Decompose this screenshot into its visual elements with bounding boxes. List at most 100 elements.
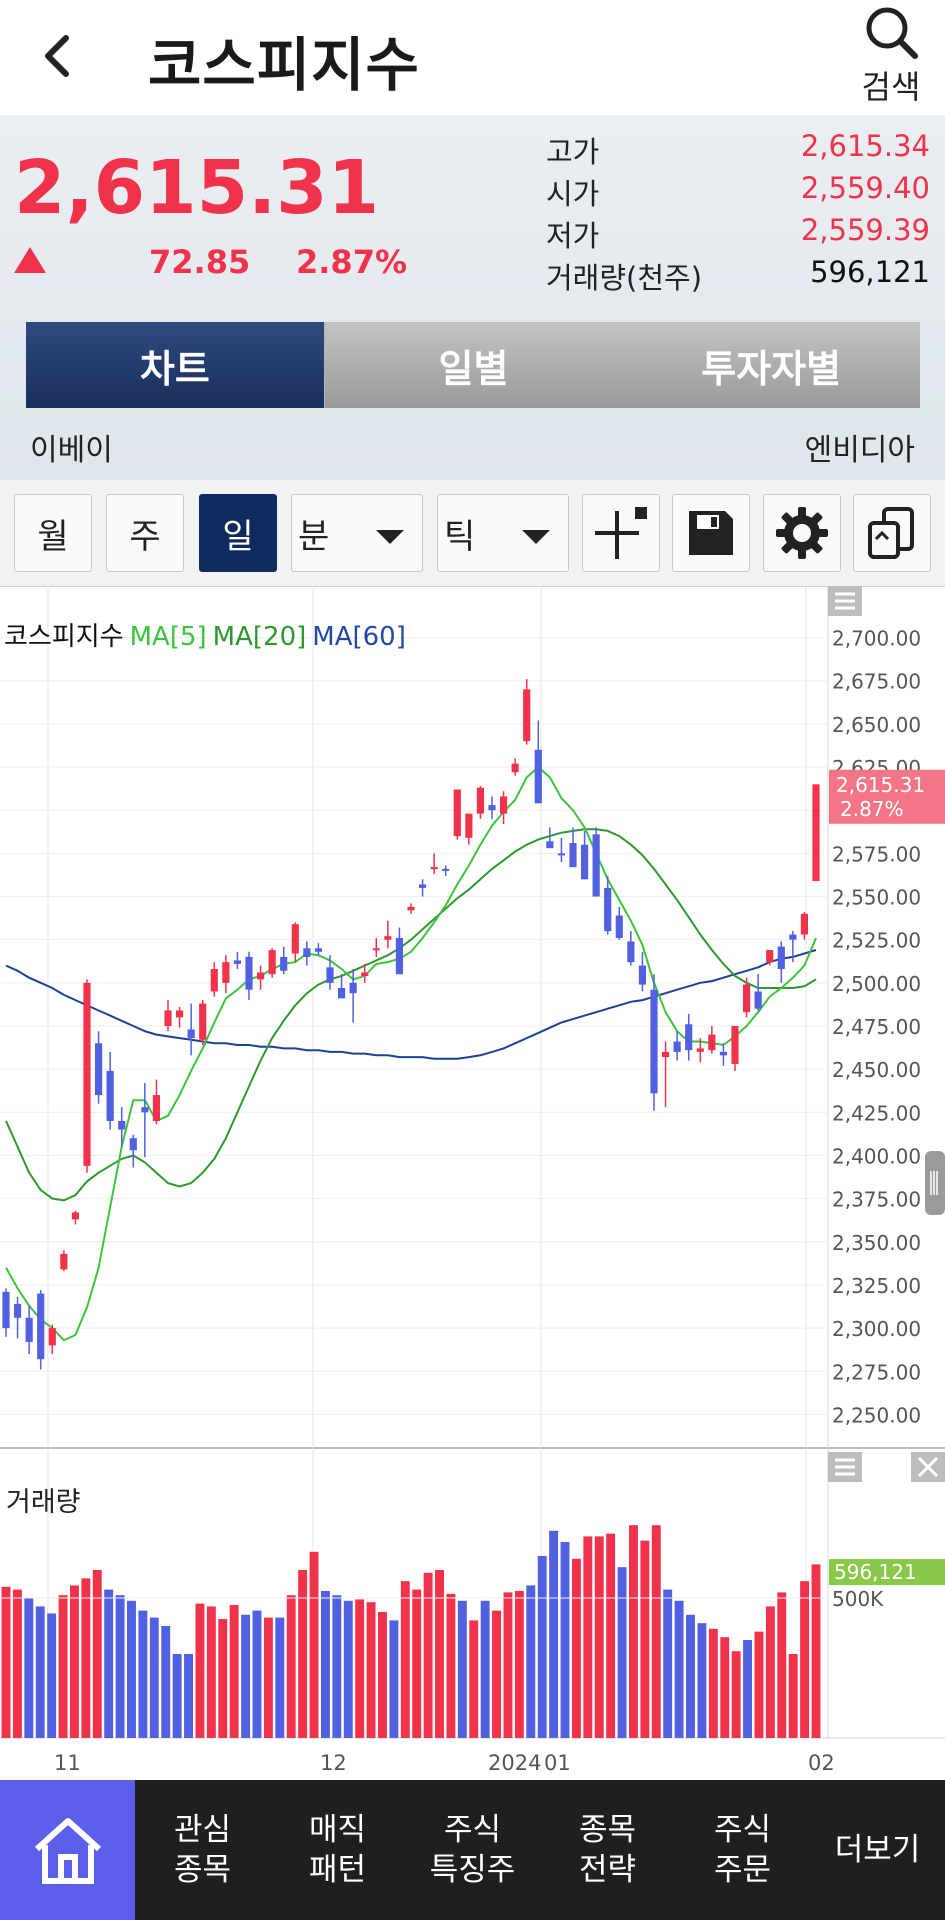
volume-bar xyxy=(651,1525,661,1738)
crosshair-button[interactable] xyxy=(582,494,660,572)
chart-toolbar: 월 주 일 분 틱 xyxy=(0,480,945,586)
volume-bar xyxy=(366,1602,376,1738)
volume-bar xyxy=(332,1595,342,1738)
nav-featured-stocks[interactable]: 주식 특징주 xyxy=(405,1780,540,1920)
candle-body xyxy=(696,1048,704,1052)
y-tick-label: 2,375.00 xyxy=(832,1188,921,1212)
nav-home[interactable] xyxy=(0,1780,135,1920)
tick-dropdown[interactable]: 틱 xyxy=(437,494,569,572)
volume-bar xyxy=(104,1589,114,1738)
volume-bar xyxy=(320,1591,330,1738)
quote-stats: 고가 2,615.34 시가 2,559.40 저가 2,559.39 거래량(… xyxy=(546,129,930,297)
settings-button[interactable] xyxy=(763,494,841,572)
volume-bar xyxy=(355,1599,365,1738)
volume-bar xyxy=(378,1612,387,1738)
volume-bar xyxy=(81,1578,91,1738)
chart-canvas[interactable]: 2,700.002,675.002,650.002,625.002,600.00… xyxy=(0,586,945,1780)
volume-bar xyxy=(560,1542,570,1738)
crosshair-icon xyxy=(595,507,647,559)
stock-chart[interactable]: 2,700.002,675.002,650.002,625.002,600.00… xyxy=(0,586,945,1780)
prev-item-link[interactable]: 이베이 xyxy=(30,425,113,469)
legend-item-ma60: MA[60] xyxy=(312,622,406,652)
volume-bar xyxy=(743,1640,752,1738)
candle-body xyxy=(418,884,427,888)
candle-body xyxy=(152,1095,161,1121)
neighbor-items: 이베이 엔비디아 xyxy=(0,415,945,477)
tab-investor[interactable]: 투자자별 xyxy=(622,322,921,408)
nav-stock-order[interactable]: 주식 주문 xyxy=(675,1780,810,1920)
stat-value: 2,559.39 xyxy=(800,213,930,247)
volume-bar xyxy=(172,1654,182,1738)
volume-bar xyxy=(275,1617,285,1738)
volume-bar xyxy=(400,1581,410,1738)
nav-stock-strategy[interactable]: 종목 전략 xyxy=(540,1780,675,1920)
nav-magic-pattern[interactable]: 매직 패턴 xyxy=(270,1780,405,1920)
nav-more[interactable]: 더보기 xyxy=(810,1780,945,1920)
volume-bar xyxy=(583,1536,593,1738)
stat-row-open: 시가 2,559.40 xyxy=(546,171,930,213)
volume-bar xyxy=(35,1606,45,1738)
volume-bar xyxy=(309,1551,319,1738)
candle-body xyxy=(800,913,809,935)
candle-body xyxy=(650,989,658,1094)
back-arrow-icon[interactable] xyxy=(30,28,86,84)
change-amount: 72.85 xyxy=(149,243,251,281)
legend-item-ma20: MA[20] xyxy=(212,622,307,652)
minute-dropdown-label: 분 xyxy=(298,516,330,557)
candle-body xyxy=(13,1303,22,1318)
legend-item-ma5: MA[5] xyxy=(129,622,207,652)
nav-watchlist[interactable]: 관심 종목 xyxy=(135,1780,270,1920)
volume-bar xyxy=(218,1619,228,1738)
volume-bar xyxy=(674,1600,684,1738)
next-item-link[interactable]: 엔비디아 xyxy=(805,425,915,469)
copy-screen-button[interactable] xyxy=(853,494,931,572)
y-tick-label: 2,575.00 xyxy=(832,842,921,866)
candle-body xyxy=(407,906,415,911)
volume-bar xyxy=(195,1603,205,1738)
minute-dropdown[interactable]: 분 xyxy=(291,494,423,572)
volume-bar xyxy=(537,1556,547,1738)
tab-chart[interactable]: 차트 xyxy=(26,322,324,408)
candle-body xyxy=(777,946,785,970)
volume-bar xyxy=(47,1613,57,1738)
save-button[interactable] xyxy=(672,494,750,572)
header: 코스피지수 검색 xyxy=(0,0,945,115)
tab-daily[interactable]: 일별 xyxy=(323,322,623,408)
volume-bar xyxy=(412,1589,422,1738)
volume-bar xyxy=(241,1614,251,1738)
volume-bar xyxy=(526,1585,536,1738)
bottom-nav: 관심 종목 매직 패턴 주식 특징주 종목 전략 주식 주문 더보기 xyxy=(0,1780,945,1920)
y-tick-label: 2,700.00 xyxy=(832,627,921,651)
volume-bar xyxy=(115,1595,125,1738)
period-month-button[interactable]: 월 xyxy=(14,494,92,572)
y-tick-label: 2,650.00 xyxy=(832,713,921,737)
candle-body xyxy=(164,1010,172,1026)
volume-bar xyxy=(12,1589,22,1738)
stat-label: 시가 xyxy=(546,177,600,211)
volume-bar xyxy=(686,1614,695,1738)
x-tick-label: 11 xyxy=(54,1751,81,1775)
candle-body xyxy=(442,868,450,871)
candle-body xyxy=(580,844,589,880)
search-button[interactable]: 검색 xyxy=(846,0,936,110)
candle-body xyxy=(2,1291,10,1329)
current-price: 2,615.31 xyxy=(14,145,380,231)
volume-bar xyxy=(263,1617,273,1738)
period-week-button[interactable]: 주 xyxy=(106,494,184,572)
volume-bar xyxy=(138,1610,148,1738)
period-day-button[interactable]: 일 xyxy=(199,494,277,572)
candle-body xyxy=(280,956,288,971)
candle-body xyxy=(523,689,531,742)
scroll-handle[interactable] xyxy=(925,1151,945,1215)
y-tick-label: 2,500.00 xyxy=(832,972,921,996)
volume-bar xyxy=(720,1637,730,1738)
candle-body xyxy=(71,1212,80,1220)
candle-body xyxy=(766,950,774,963)
volume-bar xyxy=(480,1600,490,1738)
last-volume-label: 596,121 xyxy=(834,1560,917,1584)
volume-bar xyxy=(606,1533,616,1738)
stat-value: 2,559.40 xyxy=(800,171,930,205)
volume-bar xyxy=(184,1654,193,1738)
volume-bar xyxy=(708,1628,718,1738)
y-tick-label: 2,300.00 xyxy=(832,1317,921,1341)
